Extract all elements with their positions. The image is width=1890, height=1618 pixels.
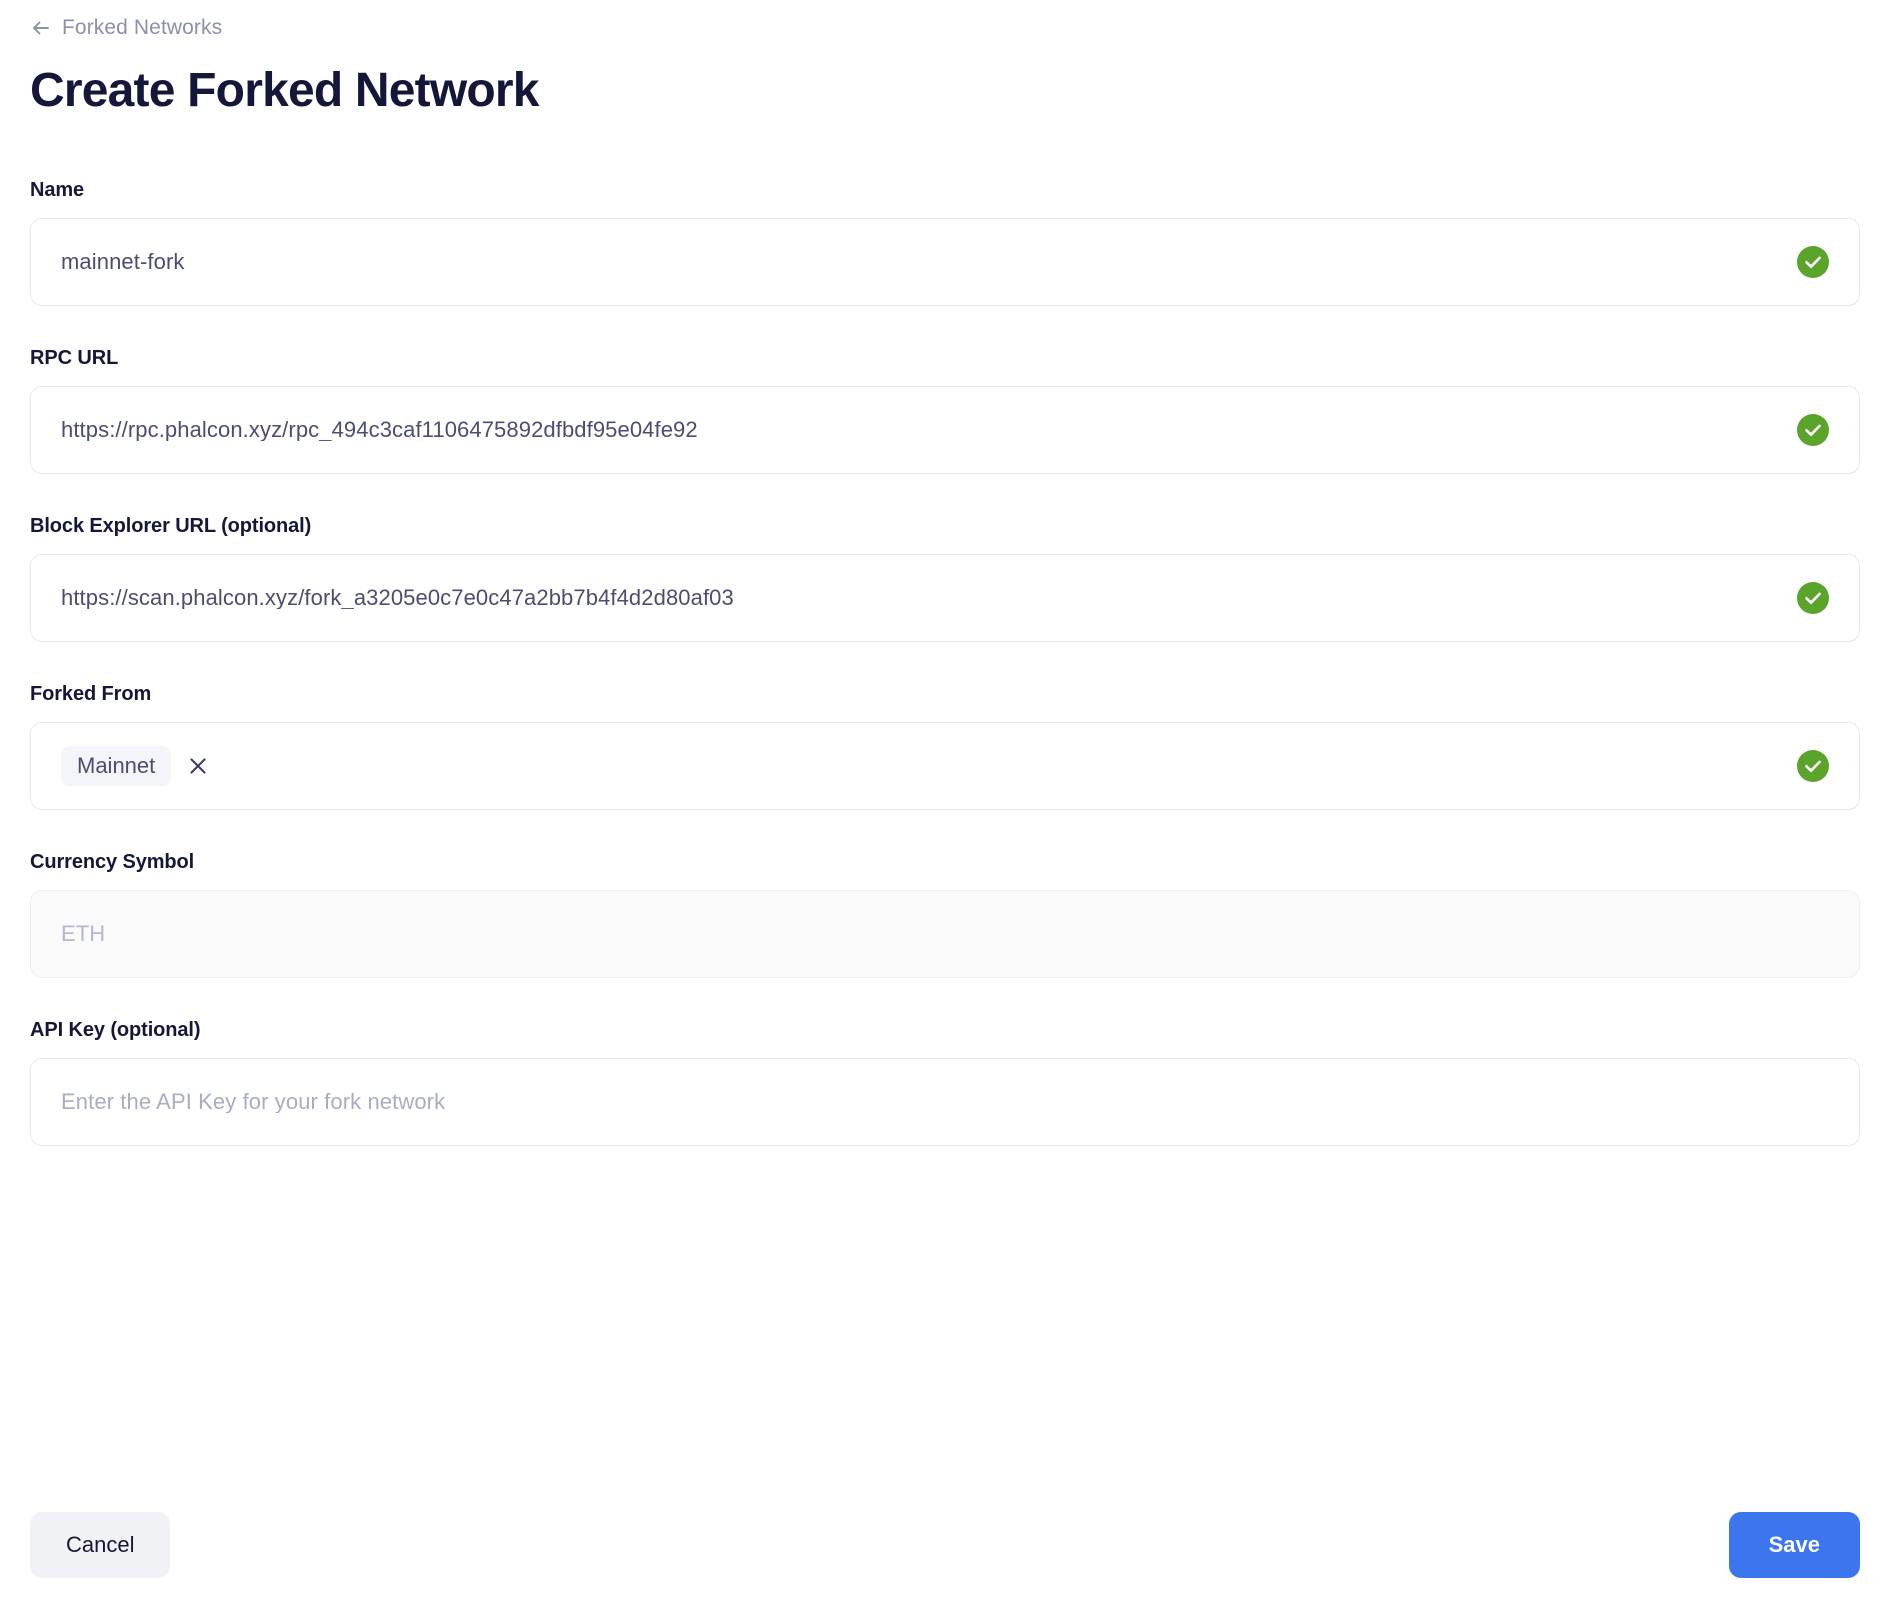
form-footer: Cancel Save <box>30 1512 1860 1578</box>
field-name: Name mainnet-fork <box>30 180 1860 306</box>
name-input[interactable]: mainnet-fork <box>30 217 1860 306</box>
forked-network-form: Name mainnet-fork RPC URL https://rpc.ph… <box>30 180 1860 1146</box>
api-key-placeholder: Enter the API Key for your fork network <box>61 1090 446 1113</box>
field-block-explorer-url: Block Explorer URL (optional) https://sc… <box>30 516 1860 642</box>
field-rpc-url: RPC URL https://rpc.phalcon.xyz/rpc_494c… <box>30 348 1860 474</box>
arrow-left-icon <box>30 17 52 39</box>
block-explorer-url-input[interactable]: https://scan.phalcon.xyz/fork_a3205e0c7e… <box>30 553 1860 642</box>
field-label-forked-from: Forked From <box>30 682 152 705</box>
field-forked-from: Forked From Mainnet <box>30 684 1860 810</box>
check-circle-icon <box>1797 245 1829 278</box>
save-button[interactable]: Save <box>1728 1512 1860 1578</box>
forked-from-select[interactable]: Mainnet <box>30 721 1860 810</box>
page-title: Create Forked Network <box>30 64 540 117</box>
field-api-key: API Key (optional) Enter the API Key for… <box>30 1020 1860 1146</box>
close-icon[interactable] <box>185 753 211 779</box>
check-circle-icon <box>1797 581 1829 614</box>
field-label-name: Name <box>30 178 85 201</box>
check-circle-icon <box>1797 749 1829 782</box>
rpc-url-input-value: https://rpc.phalcon.xyz/rpc_494c3caf1106… <box>61 418 698 441</box>
rpc-url-input[interactable]: https://rpc.phalcon.xyz/rpc_494c3caf1106… <box>30 385 1860 474</box>
field-label-api-key: API Key (optional) <box>30 1018 201 1041</box>
field-label-rpc-url: RPC URL <box>30 346 119 369</box>
currency-symbol-placeholder: ETH <box>61 922 106 945</box>
block-explorer-url-input-value: https://scan.phalcon.xyz/fork_a3205e0c7e… <box>61 586 734 609</box>
create-forked-network-page: Forked Networks Create Forked Network Na… <box>0 0 1890 1618</box>
forked-from-chip-row: Mainnet <box>61 745 1781 786</box>
field-currency-symbol: Currency Symbol ETH <box>30 852 1860 978</box>
field-label-currency-symbol: Currency Symbol <box>30 850 195 873</box>
cancel-button[interactable]: Cancel <box>30 1512 171 1578</box>
field-label-block-explorer-url: Block Explorer URL (optional) <box>30 514 312 537</box>
forked-from-chip[interactable]: Mainnet <box>61 745 172 786</box>
breadcrumb-label: Forked Networks <box>62 16 223 39</box>
currency-symbol-input: ETH <box>30 889 1860 978</box>
breadcrumb-back-link[interactable]: Forked Networks <box>30 0 222 38</box>
name-input-value: mainnet-fork <box>61 250 185 273</box>
api-key-input[interactable]: Enter the API Key for your fork network <box>30 1057 1860 1146</box>
check-circle-icon <box>1797 413 1829 446</box>
